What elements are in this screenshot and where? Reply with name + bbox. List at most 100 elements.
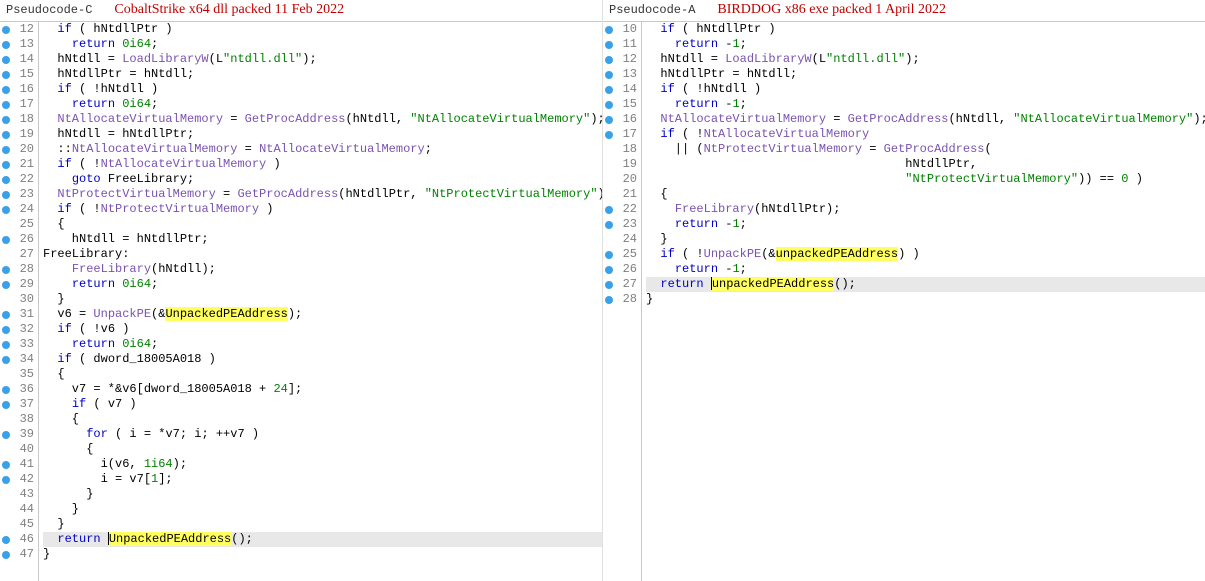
code-line[interactable]: { <box>43 412 602 427</box>
gutter-line[interactable]: 22 <box>0 172 38 187</box>
right-code[interactable]: if ( hNtdllPtr ) return -1; hNtdll = Loa… <box>642 22 1205 581</box>
breakpoint-dot-icon[interactable] <box>2 386 10 394</box>
gutter-line[interactable]: 25 <box>0 217 38 232</box>
code-line[interactable]: } <box>43 502 602 517</box>
gutter-line[interactable]: 11 <box>603 37 641 52</box>
gutter-line[interactable]: 15 <box>603 97 641 112</box>
gutter-line[interactable]: 29 <box>0 277 38 292</box>
gutter-line[interactable]: 28 <box>0 262 38 277</box>
gutter-line[interactable]: 35 <box>0 367 38 382</box>
code-line[interactable]: if ( !v6 ) <box>43 322 602 337</box>
gutter-line[interactable]: 18 <box>603 142 641 157</box>
breakpoint-dot-icon[interactable] <box>2 536 10 544</box>
gutter-line[interactable]: 24 <box>0 202 38 217</box>
code-line[interactable]: FreeLibrary(hNtdllPtr); <box>646 202 1205 217</box>
gutter-line[interactable]: 28 <box>603 292 641 307</box>
right-code-area[interactable]: 10111213141516171819202122232425262728 i… <box>603 22 1205 581</box>
breakpoint-dot-icon[interactable] <box>605 41 613 49</box>
code-line[interactable]: i = v7[1]; <box>43 472 602 487</box>
breakpoint-dot-icon[interactable] <box>2 86 10 94</box>
gutter-line[interactable]: 23 <box>0 187 38 202</box>
breakpoint-dot-icon[interactable] <box>605 251 613 259</box>
breakpoint-dot-icon[interactable] <box>2 116 10 124</box>
breakpoint-dot-icon[interactable] <box>2 431 10 439</box>
gutter-line[interactable]: 15 <box>0 67 38 82</box>
code-line[interactable]: ::NtAllocateVirtualMemory = NtAllocateVi… <box>43 142 602 157</box>
breakpoint-dot-icon[interactable] <box>2 101 10 109</box>
gutter-line[interactable]: 13 <box>603 67 641 82</box>
breakpoint-dot-icon[interactable] <box>2 326 10 334</box>
gutter-line[interactable]: 38 <box>0 412 38 427</box>
breakpoint-dot-icon[interactable] <box>605 86 613 94</box>
breakpoint-dot-icon[interactable] <box>605 206 613 214</box>
gutter-line[interactable]: 21 <box>0 157 38 172</box>
code-line[interactable]: } <box>43 547 602 562</box>
gutter-line[interactable]: 27 <box>0 247 38 262</box>
gutter-line[interactable]: 47 <box>0 547 38 562</box>
code-line[interactable]: if ( !hNtdll ) <box>43 82 602 97</box>
code-line[interactable]: goto FreeLibrary; <box>43 172 602 187</box>
code-line[interactable]: } <box>646 232 1205 247</box>
gutter-line[interactable]: 44 <box>0 502 38 517</box>
code-line[interactable]: { <box>43 217 602 232</box>
gutter-line[interactable]: 36 <box>0 382 38 397</box>
code-line[interactable]: if ( dword_18005A018 ) <box>43 352 602 367</box>
breakpoint-dot-icon[interactable] <box>2 26 10 34</box>
code-line[interactable]: i(v6, 1i64); <box>43 457 602 472</box>
code-line[interactable]: return 0i64; <box>43 37 602 52</box>
code-line[interactable]: return -1; <box>646 37 1205 52</box>
breakpoint-dot-icon[interactable] <box>2 461 10 469</box>
code-line[interactable]: return -1; <box>646 97 1205 112</box>
breakpoint-dot-icon[interactable] <box>2 356 10 364</box>
gutter-line[interactable]: 45 <box>0 517 38 532</box>
code-line[interactable]: if ( !UnpackPE(&unpackedPEAddress) ) <box>646 247 1205 262</box>
code-line[interactable]: hNtdllPtr = hNtdll; <box>43 67 602 82</box>
breakpoint-dot-icon[interactable] <box>605 131 613 139</box>
breakpoint-dot-icon[interactable] <box>2 281 10 289</box>
gutter-line[interactable]: 33 <box>0 337 38 352</box>
gutter-line[interactable]: 10 <box>603 22 641 37</box>
breakpoint-dot-icon[interactable] <box>2 131 10 139</box>
code-line[interactable]: return 0i64; <box>43 277 602 292</box>
code-line[interactable]: if ( !NtProtectVirtualMemory ) <box>43 202 602 217</box>
code-line[interactable]: if ( !NtAllocateVirtualMemory <box>646 127 1205 142</box>
code-line[interactable]: if ( hNtdllPtr ) <box>646 22 1205 37</box>
gutter-line[interactable]: 46 <box>0 532 38 547</box>
breakpoint-dot-icon[interactable] <box>2 161 10 169</box>
code-line[interactable]: return 0i64; <box>43 337 602 352</box>
gutter-line[interactable]: 16 <box>0 82 38 97</box>
code-line[interactable]: for ( i = *v7; i; ++v7 ) <box>43 427 602 442</box>
breakpoint-dot-icon[interactable] <box>2 551 10 559</box>
gutter-line[interactable]: 14 <box>603 82 641 97</box>
right-gutter[interactable]: 10111213141516171819202122232425262728 <box>603 22 642 581</box>
left-code[interactable]: if ( hNtdllPtr ) return 0i64; hNtdll = L… <box>39 22 602 581</box>
breakpoint-dot-icon[interactable] <box>2 176 10 184</box>
gutter-line[interactable]: 42 <box>0 472 38 487</box>
breakpoint-dot-icon[interactable] <box>2 56 10 64</box>
code-line[interactable]: hNtdll = hNtdllPtr; <box>43 127 602 142</box>
breakpoint-dot-icon[interactable] <box>2 146 10 154</box>
breakpoint-dot-icon[interactable] <box>605 56 613 64</box>
gutter-line[interactable]: 12 <box>0 22 38 37</box>
code-line[interactable]: hNtdllPtr = hNtdll; <box>646 67 1205 82</box>
code-line[interactable]: if ( !NtAllocateVirtualMemory ) <box>43 157 602 172</box>
breakpoint-dot-icon[interactable] <box>605 266 613 274</box>
code-line[interactable]: return -1; <box>646 217 1205 232</box>
breakpoint-dot-icon[interactable] <box>605 281 613 289</box>
gutter-line[interactable]: 37 <box>0 397 38 412</box>
code-line[interactable]: } <box>43 292 602 307</box>
code-line[interactable]: NtProtectVirtualMemory = GetProcAddress(… <box>43 187 602 202</box>
gutter-line[interactable]: 13 <box>0 37 38 52</box>
gutter-line[interactable]: 43 <box>0 487 38 502</box>
code-line[interactable]: return 0i64; <box>43 97 602 112</box>
gutter-line[interactable]: 30 <box>0 292 38 307</box>
gutter-line[interactable]: 24 <box>603 232 641 247</box>
left-code-area[interactable]: 1213141516171819202122232425262728293031… <box>0 22 602 581</box>
code-line[interactable]: NtAllocateVirtualMemory = GetProcAddress… <box>646 112 1205 127</box>
code-line[interactable]: { <box>43 367 602 382</box>
code-line[interactable]: return -1; <box>646 262 1205 277</box>
breakpoint-dot-icon[interactable] <box>2 191 10 199</box>
code-line[interactable]: v6 = UnpackPE(&UnpackedPEAddress); <box>43 307 602 322</box>
code-line[interactable]: if ( hNtdllPtr ) <box>43 22 602 37</box>
code-line[interactable]: return UnpackedPEAddress(); <box>43 532 602 547</box>
